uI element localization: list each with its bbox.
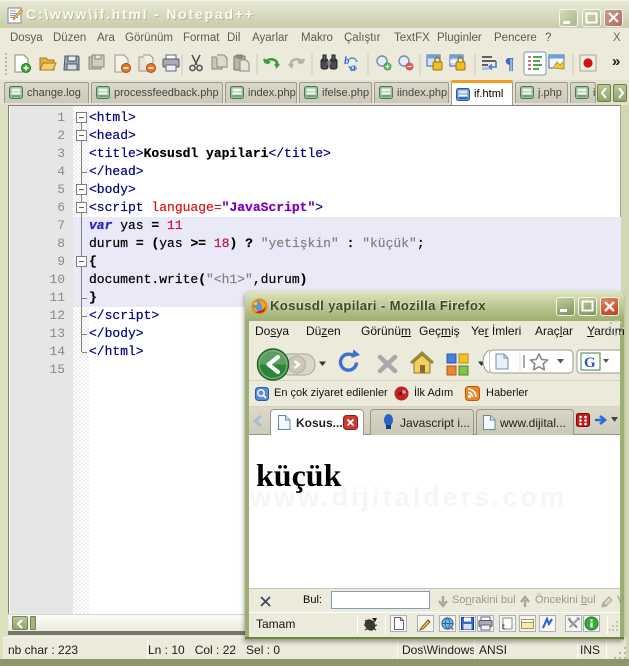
svg-text:¶: ¶ <box>505 54 514 73</box>
svg-text:»: » <box>612 53 620 70</box>
svg-text:G: G <box>584 355 596 371</box>
svg-text:a: a <box>350 60 356 74</box>
